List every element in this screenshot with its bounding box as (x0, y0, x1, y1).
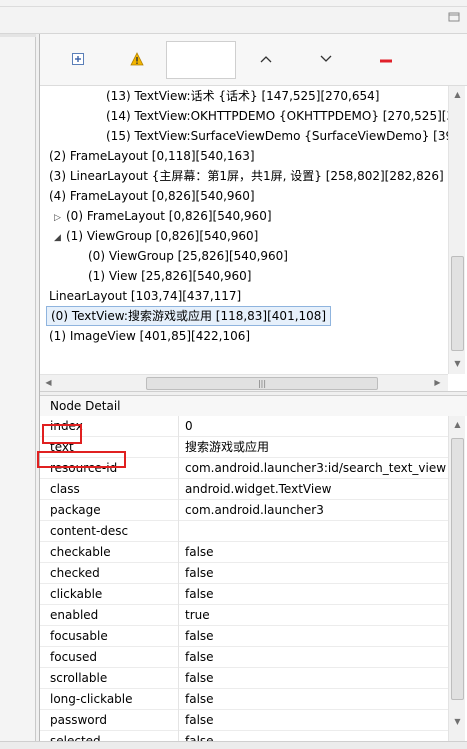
detail-value: false (185, 650, 214, 664)
scrollbar-thumb[interactable]: ||| (146, 377, 378, 390)
tree-row[interactable]: (3) LinearLayout {主屏幕：第1屏，共1屏, 设置} [258,… (49, 166, 444, 186)
hierarchy-tree[interactable]: (13) TextView:话术 {话术} [147,525][270,654]… (40, 86, 448, 374)
hierarchy-toolbar (40, 34, 467, 86)
expand-arrow-icon[interactable]: ▷ (54, 208, 66, 228)
tree-row-selected[interactable]: (0) TextView:搜索游戏或应用 [118,83][401,108] (46, 306, 332, 326)
detail-value: 0 (185, 419, 193, 433)
detail-value: true (185, 608, 210, 622)
detail-key: password (50, 713, 107, 727)
search-input[interactable] (166, 41, 236, 79)
tree-row[interactable]: ◢ (1) ViewGroup [0,826][540,960] (54, 226, 258, 246)
tree-row[interactable]: LinearLayout [103,74][437,117] (49, 286, 241, 306)
column-separator[interactable] (178, 416, 179, 749)
tree-row[interactable]: (15) TextView:SurfaceViewDemo {SurfaceVi… (106, 126, 448, 146)
window-top-strip (0, 0, 467, 34)
detail-value: com.android.launcher3 (185, 503, 324, 517)
tree-row[interactable]: ▷ (0) FrameLayout [0,826][540,960] (54, 206, 272, 226)
text-key-highlight-box (42, 424, 82, 444)
detail-row[interactable]: index 0 (40, 416, 448, 437)
expand-all-icon (71, 52, 85, 69)
next-match-button[interactable] (312, 46, 340, 74)
detail-value: false (185, 629, 214, 643)
detail-value: false (185, 587, 214, 601)
detail-key: enabled (50, 608, 99, 622)
tree-row[interactable]: (1) View [25,826][540,960] (88, 266, 251, 286)
tree-vertical-scrollbar[interactable]: ▲ ▼ (448, 86, 465, 374)
scrollbar-thumb[interactable] (451, 438, 464, 700)
detail-key: checked (50, 566, 100, 580)
detail-key: long-clickable (50, 692, 133, 706)
detail-row[interactable]: class android.widget.TextView (40, 479, 448, 500)
tree-row[interactable]: (1) ImageView [401,85][422,106] (49, 326, 250, 346)
detail-key: clickable (50, 587, 103, 601)
detail-key: content-desc (50, 524, 129, 538)
detail-value: false (185, 692, 214, 706)
maximize-icon[interactable] (445, 8, 463, 26)
left-panel (0, 34, 36, 749)
scrollbar-thumb[interactable] (451, 256, 464, 351)
detail-row[interactable]: checkable false (40, 542, 448, 563)
detail-row[interactable]: focused false (40, 647, 448, 668)
expand-all-button[interactable] (64, 46, 92, 74)
scroll-up-icon[interactable]: ▲ (452, 419, 463, 430)
left-panel-header (0, 34, 36, 37)
detail-row[interactable]: password false (40, 710, 448, 731)
collapse-arrow-icon[interactable]: ◢ (54, 228, 66, 248)
detail-value: android.widget.TextView (185, 482, 332, 496)
detail-key: class (50, 482, 80, 496)
detail-row[interactable]: checked false (40, 563, 448, 584)
detail-value: false (185, 545, 214, 559)
scroll-left-icon[interactable]: ◀ (43, 377, 54, 388)
detail-row[interactable]: long-clickable false (40, 689, 448, 710)
tree-row[interactable]: (14) TextView:OKHTTPDEMO {OKHTTPDEMO} [2… (106, 106, 448, 126)
tree-horizontal-scrollbar[interactable]: ◀ ||| ▶ (40, 374, 448, 391)
previous-match-button[interactable] (252, 46, 280, 74)
scroll-down-icon[interactable]: ▼ (452, 358, 463, 369)
top-divider (0, 6, 467, 7)
detail-vertical-scrollbar[interactable]: ▲ ▼ (448, 416, 465, 749)
detail-row[interactable]: scrollable false (40, 668, 448, 689)
scroll-up-icon[interactable]: ▲ (452, 89, 463, 100)
tree-row[interactable]: (2) FrameLayout [0,118][540,163] (49, 146, 255, 166)
detail-value: 搜索游戏或应用 (185, 440, 270, 454)
detail-key: scrollable (50, 671, 108, 685)
detail-value: false (185, 566, 214, 580)
warning-icon (130, 51, 144, 69)
detail-value: false (185, 713, 214, 727)
clear-search-button[interactable] (372, 46, 400, 74)
detail-key: focused (50, 650, 98, 664)
detail-row[interactable]: content-desc (40, 521, 448, 542)
detail-value: false (185, 671, 214, 685)
detail-row[interactable]: enabled true (40, 605, 448, 626)
detail-row[interactable]: package com.android.launcher3 (40, 500, 448, 521)
minus-icon (379, 53, 393, 67)
detail-key: focusable (50, 629, 108, 643)
toggle-naf-button[interactable] (123, 46, 151, 74)
tree-row[interactable]: (0) ViewGroup [25,826][540,960] (88, 246, 288, 266)
chevron-up-icon (259, 53, 273, 67)
hierarchy-view: (13) TextView:话术 {话术} [147,525][270,654]… (37, 34, 467, 749)
detail-key: package (50, 503, 101, 517)
resource-id-key-highlight-box (37, 451, 126, 468)
detail-row[interactable]: focusable false (40, 626, 448, 647)
scroll-right-icon[interactable]: ▶ (432, 377, 443, 388)
scroll-down-icon[interactable]: ▼ (452, 716, 463, 727)
tree-row[interactable]: (13) TextView:话术 {话术} [147,525][270,654] (106, 86, 379, 106)
detail-key: checkable (50, 545, 111, 559)
chevron-down-icon (319, 53, 333, 67)
window-bottom-strip (0, 741, 467, 749)
tree-row[interactable]: (4) FrameLayout [0,826][540,960] (49, 186, 255, 206)
detail-value: com.android.launcher3:id/search_text_vie… (185, 461, 447, 475)
detail-row[interactable]: clickable false (40, 584, 448, 605)
node-detail-title: Node Detail (40, 396, 467, 416)
